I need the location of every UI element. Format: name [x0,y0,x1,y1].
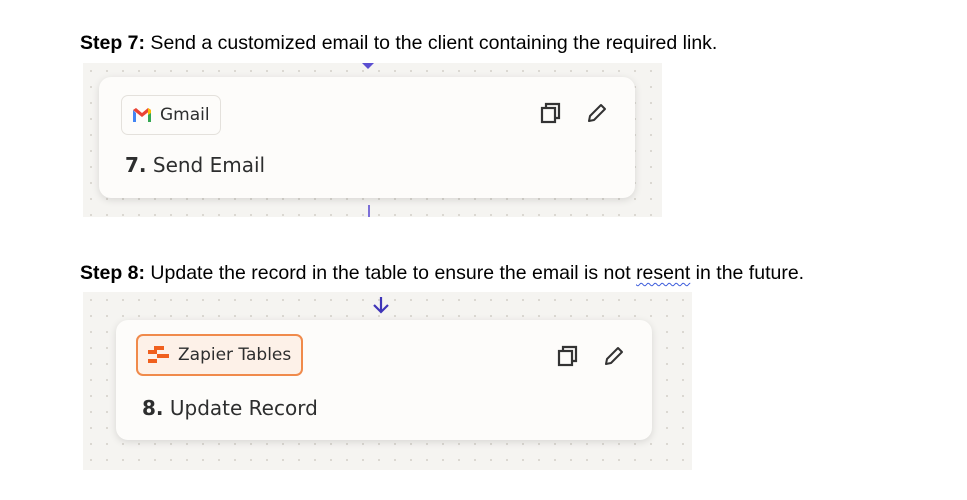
step-8-label: Step 8: [80,262,146,284]
step-7-description: Step 7: Send a customized email to the c… [80,32,717,55]
spellcheck-word[interactable]: resent [636,262,690,284]
arrow-down-icon [362,63,374,69]
app-name: Zapier Tables [178,345,292,365]
gmail-icon [133,108,151,122]
step-7-text: Send a customized email to the client co… [145,32,718,54]
step-8-text: Update the record in the table to ensure… [145,262,637,284]
step-8-description: Step 8: Update the record in the table t… [80,262,804,285]
app-badge-zapier-tables: Zapier Tables [136,334,304,376]
zapier-tables-icon [148,346,169,363]
connector-line [368,205,370,217]
step-title: 7. Send Email [125,153,265,177]
step-title: 8. Update Record [142,396,318,420]
step-action: Update Record [169,396,318,420]
duplicate-icon[interactable] [539,101,563,125]
zap-canvas-step-7: Gmail 7. Send Email [83,63,662,217]
app-badge-gmail: Gmail [121,95,221,135]
edit-pencil-icon[interactable] [585,101,609,125]
zap-canvas-step-8: Zapier Tables 8. Update Record [83,292,692,470]
app-name: Gmail [160,105,210,125]
step-number: 7. [125,153,147,177]
step-card-send-email[interactable]: Gmail 7. Send Email [99,77,635,198]
step-7-label: Step 7: [80,32,146,54]
arrow-down-icon [373,297,389,314]
duplicate-icon[interactable] [556,344,580,368]
step-number: 8. [142,396,164,420]
step-card-update-record[interactable]: Zapier Tables 8. Update Record [116,320,652,440]
step-8-text-end: in the future. [690,262,805,284]
step-action: Send Email [152,153,266,177]
edit-pencil-icon[interactable] [602,344,626,368]
